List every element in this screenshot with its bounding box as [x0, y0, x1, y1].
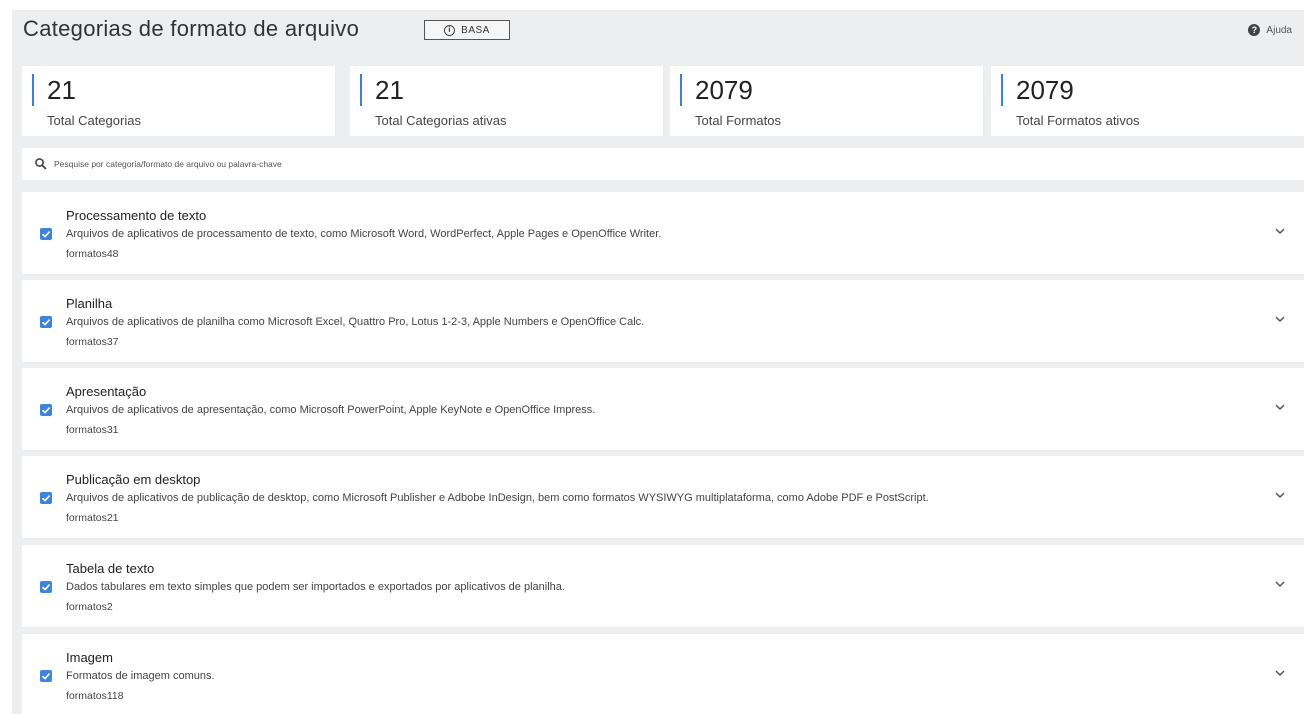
- category-format-count: formatos21: [66, 512, 119, 524]
- chevron-down-icon[interactable]: [1274, 668, 1286, 678]
- stat-label: Total Categorias ativas: [375, 113, 507, 128]
- category-item-desktop-publishing[interactable]: Publicação em desktop Arquivos de aplica…: [22, 456, 1304, 538]
- stat-value: 2079: [1016, 75, 1074, 105]
- stat-label: Total Categorias: [47, 113, 141, 128]
- checkbox-checked-icon[interactable]: [40, 404, 52, 416]
- category-item-word-processing[interactable]: Processamento de texto Arquivos de aplic…: [22, 192, 1304, 274]
- help-link[interactable]: ? Ajuda: [1248, 24, 1292, 36]
- stat-label: Total Formatos: [695, 113, 781, 128]
- stat-value: 21: [375, 75, 404, 105]
- chevron-down-icon[interactable]: [1274, 314, 1286, 324]
- category-format-count: formatos48: [66, 248, 119, 260]
- category-title: Imagem: [66, 650, 113, 665]
- chevron-down-icon[interactable]: [1274, 226, 1286, 236]
- category-title: Apresentação: [66, 384, 147, 399]
- stats-row: 21 Total Categorias 21 Total Categorias …: [22, 66, 1304, 136]
- question-circle-icon: ?: [1248, 24, 1261, 36]
- stat-label: Total Formatos ativos: [1016, 113, 1140, 128]
- search-icon: [35, 158, 47, 170]
- category-format-count: formatos118: [66, 690, 124, 702]
- category-format-count: formatos37: [66, 336, 119, 348]
- search-input[interactable]: [54, 159, 1254, 169]
- category-description: Arquivos de aplicativos de apresentação,…: [66, 404, 596, 416]
- category-title: Processamento de texto: [66, 208, 207, 223]
- category-description: Arquivos de aplicativos de planilha como…: [66, 316, 645, 328]
- checkbox-checked-icon[interactable]: [40, 670, 52, 682]
- checkbox-checked-icon[interactable]: [40, 228, 52, 240]
- category-format-count: formatos2: [66, 601, 113, 613]
- category-format-count: formatos31: [66, 424, 119, 436]
- stat-card-active-formats: 2079 Total Formatos ativos: [991, 66, 1304, 136]
- category-title: Publicação em desktop: [66, 472, 201, 487]
- category-item-text-table[interactable]: Tabela de texto Dados tabulares em texto…: [22, 545, 1304, 627]
- category-description: Arquivos de aplicativos de processamento…: [66, 228, 662, 240]
- category-title: Tabela de texto: [66, 561, 155, 576]
- header: Categorias de formato de arquivo i BASA …: [12, 10, 1304, 58]
- page-title: Categorias de formato de arquivo: [23, 16, 360, 41]
- help-label: Ajuda: [1266, 24, 1292, 36]
- stat-value: 21: [47, 75, 76, 105]
- stat-card-active-categories: 21 Total Categorias ativas: [350, 66, 663, 136]
- category-item-spreadsheet[interactable]: Planilha Arquivos de aplicativos de plan…: [22, 280, 1304, 362]
- chevron-down-icon[interactable]: [1274, 402, 1286, 412]
- info-icon: i: [444, 24, 456, 36]
- category-description: Arquivos de aplicativos de publicação de…: [66, 492, 929, 504]
- chevron-down-icon[interactable]: [1274, 579, 1286, 589]
- category-description: Formatos de imagem comuns.: [66, 670, 215, 682]
- checkbox-checked-icon[interactable]: [40, 316, 52, 328]
- checkbox-checked-icon[interactable]: [40, 492, 52, 504]
- chevron-down-icon[interactable]: [1274, 490, 1286, 500]
- category-description: Dados tabulares em texto simples que pod…: [66, 581, 565, 593]
- badge-label: BASA: [461, 24, 490, 36]
- checkbox-checked-icon[interactable]: [40, 581, 52, 593]
- stat-card-total-categories: 21 Total Categorias: [22, 66, 335, 136]
- basa-badge[interactable]: i BASA: [424, 20, 510, 40]
- category-item-image[interactable]: Imagem Formatos de imagem comuns. format…: [22, 634, 1304, 714]
- category-title: Planilha: [66, 296, 113, 311]
- stat-card-total-formats: 2079 Total Formatos: [670, 66, 983, 136]
- category-item-presentation[interactable]: Apresentação Arquivos de aplicativos de …: [22, 368, 1304, 450]
- page: Categorias de formato de arquivo i BASA …: [12, 10, 1304, 714]
- search-bar: [22, 148, 1304, 180]
- stat-value: 2079: [695, 75, 753, 105]
